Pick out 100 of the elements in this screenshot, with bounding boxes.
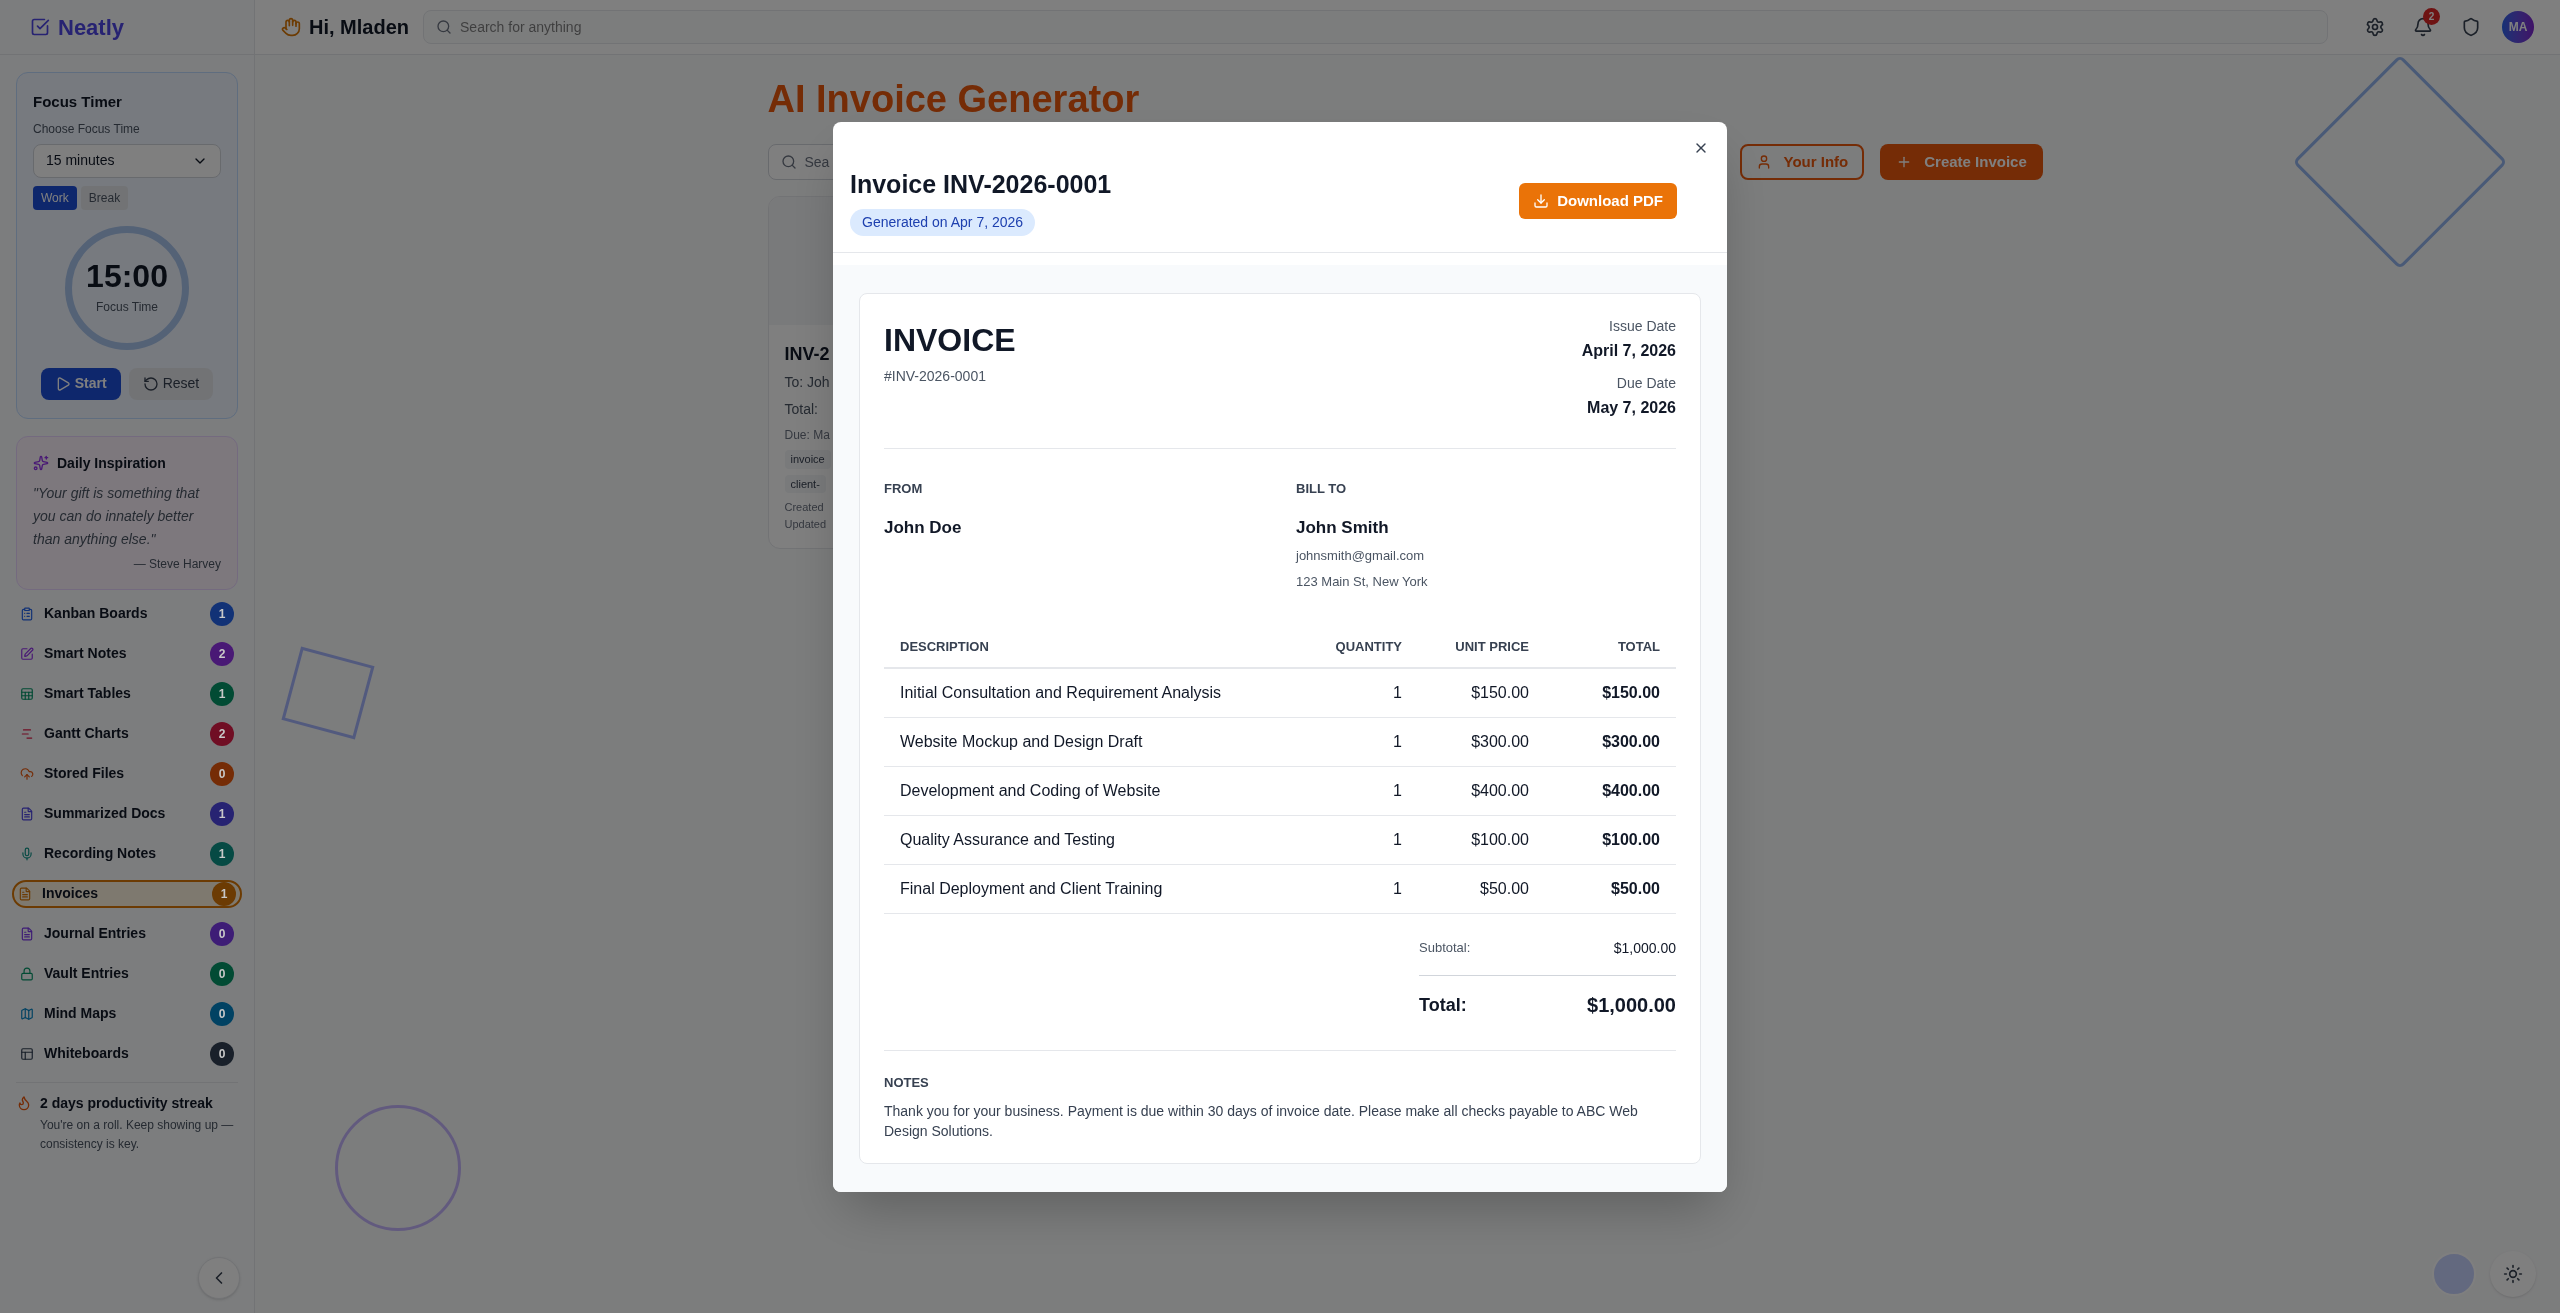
card-title: Focus Timer: [33, 92, 123, 112]
count-badge: 1: [212, 881, 236, 906]
notification-badge: 2: [2423, 8, 2440, 25]
cloud-upload-icon: [20, 766, 34, 781]
sidebar-item[interactable]: Whiteboards 0: [12, 1039, 242, 1068]
sidebar-item[interactable]: Vault Entries 0: [12, 959, 242, 988]
column-header: DESCRIPTION: [900, 638, 990, 657]
sidebar-item[interactable]: Mind Maps 0: [12, 999, 242, 1028]
brand-name: Neatly: [58, 13, 125, 42]
user-avatar[interactable]: MA: [2502, 11, 2534, 43]
sidebar-item[interactable]: Invoices 1: [12, 879, 242, 908]
clipboard-icon: [20, 606, 34, 621]
card-recipient: To: Joh: [784, 373, 830, 392]
sidebar-item-label: Kanban Boards: [44, 604, 149, 623]
table-cell-text: $50.00: [1479, 879, 1529, 899]
invoice-number: #INV-2026-0001: [884, 367, 987, 386]
sidebar-item-label: Smart Notes: [44, 644, 128, 663]
count-badge: 0: [210, 1041, 234, 1066]
settings-icon: [2365, 17, 2385, 37]
sidebar-item-label: Whiteboards: [44, 1044, 130, 1063]
subtotal-label: Subtotal:: [1419, 939, 1471, 957]
table-cell-text: $150.00: [1470, 683, 1529, 703]
reset-icon: [142, 375, 159, 392]
sidebar-item-label: Stored Files: [44, 764, 126, 783]
sun-icon: [2503, 1264, 2523, 1284]
sidebar-item[interactable]: Smart Tables 1: [12, 679, 242, 708]
count-badge: 1: [210, 801, 234, 826]
table-cell-text: $400.00: [1470, 781, 1529, 801]
table-cell-text: $150.00: [1601, 683, 1660, 703]
client-name: John Smith: [1296, 516, 1390, 539]
sidebar-item[interactable]: Stored Files 0: [12, 759, 242, 788]
count-badge: 0: [210, 961, 234, 986]
quote-author: — Steve Harvey: [133, 555, 221, 573]
invoice-heading: INVOICE: [884, 321, 1016, 360]
sidebar-item[interactable]: Summarized Docs 1: [12, 799, 242, 828]
quote-text: "Your gift is something that you can do innately better than anything else.": [33, 483, 201, 549]
waving-hand-icon: [281, 17, 301, 37]
sidebar-item[interactable]: Gantt Charts 2: [12, 719, 242, 748]
document-icon: [20, 806, 34, 821]
sidebar-item[interactable]: Kanban Boards 1: [12, 599, 242, 628]
column-header: TOTAL: [1616, 638, 1660, 657]
table-cell-text: 1: [1392, 830, 1402, 850]
section-label: FROM: [884, 480, 924, 498]
search-icon: [780, 154, 797, 170]
table-icon: [20, 686, 34, 701]
document-icon: [20, 926, 34, 941]
section-label: NOTES: [884, 1074, 930, 1092]
count-badge: 1: [210, 681, 234, 706]
table-cell-text: $50.00: [1610, 879, 1660, 899]
card-updated: Updated: [784, 516, 827, 532]
page-title: AI Invoice Generator: [767, 77, 1141, 122]
tag: invoice: [784, 450, 831, 469]
date-label: Issue Date: [1609, 317, 1676, 336]
greeting: Hi, Mladen: [309, 15, 409, 40]
table-cell-text: $300.00: [1601, 732, 1660, 752]
date-value: May 7, 2026: [1587, 398, 1676, 418]
table-cell-text: Development and Coding of Website: [900, 781, 1162, 801]
subtotal-value: $1,000.00: [1613, 939, 1676, 958]
lock-icon: [20, 966, 34, 981]
search-input[interactable]: Search for anything: [460, 16, 2315, 38]
count-badge: 0: [210, 1001, 234, 1026]
count-badge: 1: [210, 841, 234, 866]
table-cell-text: Quality Assurance and Testing: [900, 830, 1116, 850]
mode-tab[interactable]: Break: [80, 185, 129, 210]
layout-icon: [20, 1046, 34, 1061]
notifications-button[interactable]: 2: [2406, 10, 2440, 44]
streak-text: You're on a roll. Keep showing up — consistency is key.: [39, 1116, 235, 1153]
field-label: Choose Focus Time: [33, 120, 141, 138]
count-badge: 0: [210, 761, 234, 786]
sidebar-item[interactable]: Journal Entries 0: [12, 919, 242, 948]
reset-button[interactable]: Reset: [128, 367, 214, 400]
section-label: BILL TO: [1296, 480, 1348, 498]
sidebar-item-label: Vault Entries: [44, 964, 130, 983]
table-cell-text: 1: [1392, 732, 1402, 752]
count-badge: 2: [210, 721, 234, 746]
duration-select[interactable]: 15 minutes: [33, 143, 221, 178]
theme-toggle-button[interactable]: [2490, 1251, 2536, 1297]
flame-icon: [16, 1095, 32, 1111]
table-cell-text: Initial Consultation and Requirement Analysis: [900, 683, 1223, 703]
table-cell-text: $400.00: [1601, 781, 1660, 801]
sidebar-item[interactable]: Recording Notes 1: [12, 839, 242, 868]
mode-tab[interactable]: Work: [33, 185, 77, 210]
total-value: $1,000.00: [1587, 993, 1676, 1018]
sidebar-item-label: Invoices: [42, 884, 100, 903]
count-badge: 2: [210, 641, 234, 666]
card-created: Created: [784, 500, 824, 515]
sidebar-item-label: Smart Tables: [44, 684, 132, 703]
date-value: April 7, 2026: [1581, 341, 1676, 361]
card-due: Due: Ma: [784, 427, 830, 444]
sparkles-icon: [33, 455, 49, 471]
timer-caption: Focus Time: [96, 298, 158, 316]
sidebar-item[interactable]: Smart Notes 2: [12, 639, 242, 668]
column-header: UNIT PRICE: [1454, 638, 1529, 657]
search-field[interactable]: Search for anything: [423, 10, 2328, 44]
table-cell-text: $100.00: [1601, 830, 1660, 850]
generated-badge: Generated on Apr 7, 2026: [850, 209, 1036, 236]
start-button[interactable]: Start: [40, 367, 121, 400]
column-header: QUANTITY: [1334, 638, 1402, 657]
sidebar-item-label: Summarized Docs: [44, 804, 167, 823]
count-badge: 0: [210, 921, 234, 946]
